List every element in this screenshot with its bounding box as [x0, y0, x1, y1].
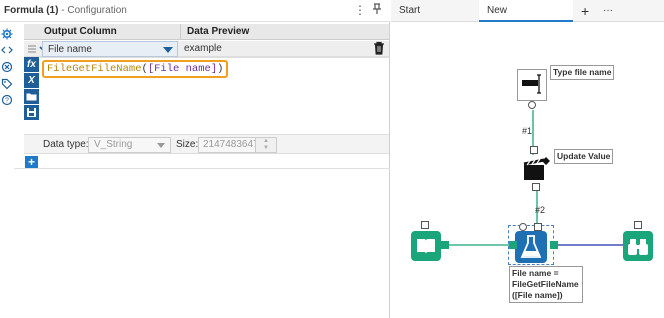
folder-icon[interactable]	[24, 89, 39, 104]
expression-function: FileGetFileName	[47, 63, 142, 75]
config-titlebar: Formula (1) - Configuration ⋮	[0, 0, 390, 22]
data-preview-value: example	[184, 43, 222, 54]
output-anchor-icon[interactable]	[421, 221, 429, 229]
update-value-annotation: Update Value	[554, 149, 614, 164]
input-anchor-icon[interactable]	[509, 241, 517, 249]
annotation-line: ([File name])	[512, 290, 563, 300]
connection-label-2: #2	[535, 205, 546, 215]
data-type-row: Data type: V_String Size: 2147483647 ▲ ▼	[24, 134, 389, 154]
output-anchor-icon[interactable]	[634, 221, 642, 229]
size-label: Size:	[176, 139, 199, 150]
output-anchor-icon[interactable]	[519, 223, 527, 231]
input-data-tool[interactable]	[411, 231, 441, 261]
help-icon[interactable]: ?	[1, 94, 13, 106]
formula-annotation: File name = FileGetFileName ([File name]…	[509, 266, 583, 303]
expression-editor[interactable]: FileGetFileName([File name])	[40, 57, 390, 132]
output-anchor-icon[interactable]	[528, 101, 536, 109]
menu-icon[interactable]: ⋮	[354, 3, 366, 17]
text-input-annotation: Type file name	[550, 65, 615, 80]
data-type-value: V_String	[94, 139, 133, 150]
input-anchor-icon[interactable]	[530, 146, 538, 154]
header-data-preview: Data Preview	[180, 24, 389, 40]
connection-label-1: #1	[522, 126, 533, 136]
row-handle-icon[interactable]	[26, 41, 38, 57]
annotation-line: FileGetFileName	[512, 279, 579, 289]
grid-corner	[24, 24, 40, 40]
config-title: Formula (1) - Configuration	[4, 5, 127, 16]
expression-paren-close: )	[217, 63, 224, 75]
pin-icon[interactable]	[372, 3, 382, 18]
configuration-panel: Formula (1) - Configuration ⋮ ? Output C…	[0, 0, 390, 318]
browse-tool[interactable]	[623, 231, 653, 261]
output-column-select[interactable]: File name	[42, 41, 178, 57]
expression-text[interactable]: FileGetFileName([File name])	[42, 60, 229, 78]
save-icon[interactable]	[24, 105, 39, 120]
more-tabs-button[interactable]: ···	[597, 0, 623, 22]
tab-new-workflow[interactable]: New Workflow1*✕	[479, 0, 573, 38]
output-anchor-icon[interactable]	[441, 241, 449, 249]
workflow-canvas[interactable]: Type file name #1 Update Value #2 File n…	[391, 23, 664, 318]
text-input-tool[interactable]	[517, 69, 547, 101]
size-stepper[interactable]: ▲ ▼	[255, 137, 277, 153]
new-tab-button[interactable]: +	[577, 0, 597, 22]
data-type-select[interactable]: V_String	[88, 137, 171, 153]
output-anchor-icon[interactable]	[550, 241, 558, 249]
tab-start-here[interactable]: Start Here.yxmd✕	[391, 0, 479, 38]
dropdown-arrow-icon	[157, 143, 165, 148]
workflow-tabs: Start Here.yxmd✕ New Workflow1*✕ + ···	[391, 0, 664, 38]
dropdown-arrow-icon	[163, 47, 173, 53]
output-column-value: File name	[48, 44, 92, 55]
tag-icon[interactable]	[1, 78, 13, 90]
variable-icon[interactable]: X	[24, 73, 39, 88]
annotation-line: File name =	[512, 268, 559, 278]
formula-update-tool[interactable]	[522, 155, 552, 183]
trash-icon[interactable]	[373, 41, 387, 57]
gear-icon[interactable]	[1, 28, 13, 40]
expression-field: [File name]	[147, 63, 218, 75]
divider	[14, 168, 390, 169]
expression-toolbar: fx X	[24, 57, 40, 121]
code-icon[interactable]	[1, 44, 13, 56]
header-output-column: Output Column	[40, 24, 180, 40]
circle-x-icon[interactable]	[1, 61, 13, 73]
output-anchor-icon[interactable]	[532, 183, 540, 191]
input-anchor-icon[interactable]	[534, 223, 542, 231]
svg-text:?: ?	[5, 98, 9, 105]
formula-tool[interactable]	[515, 231, 547, 263]
function-icon[interactable]: fx	[24, 57, 39, 72]
data-type-label: Data type:	[43, 139, 89, 150]
config-side-toolbar: ?	[0, 24, 14, 124]
size-input[interactable]: 2147483647	[198, 137, 259, 153]
